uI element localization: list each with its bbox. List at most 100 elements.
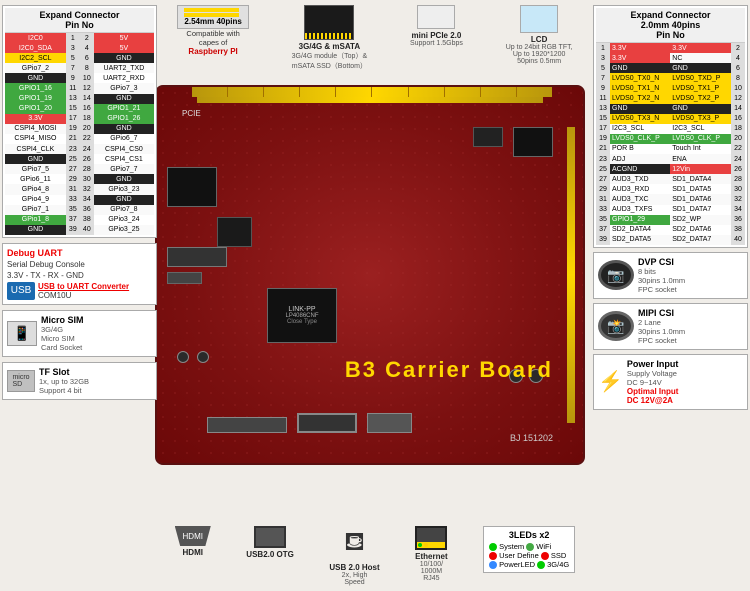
left-panel: Expand Connector Pin No I2C0125VI2C0_SDA…	[2, 5, 157, 400]
cap-2	[197, 351, 209, 363]
led-system-label: System	[499, 542, 524, 551]
pin-row-1	[184, 8, 239, 12]
right-pin-label: GPio6_7	[94, 134, 154, 144]
ethernet-leds	[417, 542, 445, 548]
sim-desc3: Card Socket	[41, 343, 152, 352]
tf-slot-title: TF Slot	[39, 367, 89, 377]
right-left-pin-number: 31	[596, 194, 610, 204]
right-pin-table: 13.3V3.3V233.3VNC45GNDGND67LVDS0_TX0_NLV…	[596, 43, 745, 245]
right-left-label: GND	[610, 63, 670, 73]
right-pin-number: 14	[80, 94, 94, 104]
right-right-pin-number: 12	[731, 93, 745, 103]
right-pin-label: GND	[94, 94, 154, 104]
led-row-user: User Define SSD	[489, 551, 569, 560]
left-pin-label: GPio7_1	[5, 205, 66, 215]
right-connector-subtitle-pin: Pin No	[656, 30, 685, 40]
40pin-label: 2.54mm 40pins	[184, 17, 241, 26]
top-3g-item: 3G/4G & mSATA 3G/4G module（Top）& mSATA S…	[292, 5, 367, 71]
right-right-label: LVDS0_TX1_P	[670, 83, 731, 93]
left-pin-label: GPio4_9	[5, 195, 66, 205]
right-right-pin-number: 14	[731, 104, 745, 114]
debug-uart-desc: Serial Debug Console	[7, 260, 152, 269]
right-left-label: SD2_DATA4	[610, 225, 670, 235]
right-right-label: NC	[670, 53, 731, 63]
right-pin-label: GPio3_23	[94, 184, 154, 194]
top-40pin-connector	[192, 87, 552, 97]
pcb-chip-4	[217, 217, 252, 247]
left-pin-row: CSPI4_MISO2122GPio6_7	[5, 134, 154, 144]
left-pin-number: 9	[66, 73, 80, 83]
right-right-pin-number: 28	[731, 174, 745, 184]
pcb-chip-2	[473, 127, 503, 147]
board-inner: PCIE LINK-PP LP4086CNF Close Type	[157, 87, 583, 463]
led-3g4g-label: 3G/4G	[547, 560, 569, 569]
right-left-pin-number: 23	[596, 154, 610, 164]
right-connector-subtitle-top: 2.0mm 40pins	[641, 20, 701, 30]
usb-host-icon: ⛾	[344, 526, 365, 561]
ethernet-desc: 10/100/1000MRJ45	[420, 561, 443, 582]
left-pin-number: 23	[66, 144, 80, 154]
right-right-pin-number: 26	[731, 164, 745, 174]
left-pin-label: GPio7_2	[5, 63, 66, 73]
left-expand-header: Expand Connector Pin No	[5, 8, 154, 33]
sim-title: Micro SIM	[41, 315, 152, 325]
micro-sim-box: 📱 Micro SIM 3G/4G Micro SIM Card Socket	[2, 310, 157, 357]
left-pin-row: CSPI4_MOSI1920GND	[5, 124, 154, 134]
right-left-label: ACGND	[610, 164, 670, 174]
dvp-camera-text: DVP CSI 8 bits 30pins 1.0mm FPC socket	[638, 257, 743, 294]
dvp-desc3: FPC socket	[638, 285, 743, 294]
left-pin-row: GPIO1_161112GPio7_3	[5, 83, 154, 93]
sim-slot	[167, 247, 227, 267]
lcd-icon	[520, 5, 558, 33]
usb-debug-icon: USB	[7, 282, 35, 300]
right-pin-row: 33.3VNC4	[596, 53, 745, 63]
mipi-desc2: 30pins 1.0mm	[638, 327, 743, 336]
right-pin-label: UART2_RXD	[94, 73, 154, 83]
right-pin-row: 17I2C3_SCLI2C3_SCL18	[596, 124, 745, 134]
left-pin-label: CSPI4_MISO	[5, 134, 66, 144]
left-pin-number: 39	[66, 225, 80, 235]
left-pin-row: GPio6_112930GND	[5, 174, 154, 184]
right-pin-row: 9LVDS0_TX1_NLVDS0_TX1_P10	[596, 83, 745, 93]
right-left-pin-number: 39	[596, 235, 610, 245]
right-left-pin-number: 35	[596, 215, 610, 225]
mipi-desc3: FPC socket	[638, 336, 743, 345]
three-leds-box: 3LEDs x2 System WiFi User Define SSD	[483, 526, 575, 573]
ethernet-label: Ethernet	[415, 552, 447, 561]
right-expand-header: Expand Connector 2.0mm 40pins Pin No	[596, 8, 745, 43]
right-pin-label: GPio7_7	[94, 164, 154, 174]
right-pin-row: 35GPIO1_29SD2_WP36	[596, 215, 745, 225]
left-pin-number: 21	[66, 134, 80, 144]
right-right-label: SD2_DATA6	[670, 225, 731, 235]
top-40pin-item: 2.54mm 40pins Compatible with capes of R…	[177, 5, 248, 56]
right-pin-row: 5GNDGND6	[596, 63, 745, 73]
right-pin-label: UART2_TXD	[94, 63, 154, 73]
right-right-label: LVDS0_CLK_P	[670, 134, 731, 144]
left-pin-label: GND	[5, 73, 66, 83]
left-pin-row: GND2526CSPI4_CS1	[5, 154, 154, 164]
right-left-pin-number: 33	[596, 205, 610, 215]
right-right-pin-number: 32	[731, 194, 745, 204]
usb-host-desc1: 2x, High	[342, 572, 368, 579]
right-pin-row: 13.3V3.3V2	[596, 43, 745, 53]
left-pin-label: I2C2_SCL	[5, 53, 66, 63]
right-right-pin-number: 20	[731, 134, 745, 144]
right-right-label: ENA	[670, 154, 731, 164]
eth-led-1	[418, 543, 422, 547]
compat-text: Compatible with capes of	[178, 29, 248, 47]
sim-desc2: Micro SIM	[41, 334, 152, 343]
left-pin-number: 29	[66, 174, 80, 184]
mini-pcie-label: mini PCIe 2.0	[412, 31, 462, 40]
left-pin-row: GND3940GPio3_25	[5, 225, 154, 235]
board-id: BJ 151202	[510, 433, 553, 443]
power-optimal: Optimal Input	[627, 387, 743, 396]
left-pin-row: I2C0125V	[5, 33, 154, 43]
left-expand-connector-box: Expand Connector Pin No I2C0125VI2C0_SDA…	[2, 5, 157, 238]
mini-pcie-desc: Support 1.5Gbps	[410, 40, 463, 47]
mipi-camera-icon: 📸	[598, 311, 634, 341]
right-pin-row: 37SD2_DATA4SD2_DATA638	[596, 225, 745, 235]
right-pin-label: CSPI4_CS0	[94, 144, 154, 154]
right-pin-number: 36	[80, 205, 94, 215]
right-pin-number: 4	[80, 43, 94, 53]
left-pin-table: I2C0125VI2C0_SDA345VI2C2_SCL56GNDGPio7_2…	[5, 33, 154, 235]
